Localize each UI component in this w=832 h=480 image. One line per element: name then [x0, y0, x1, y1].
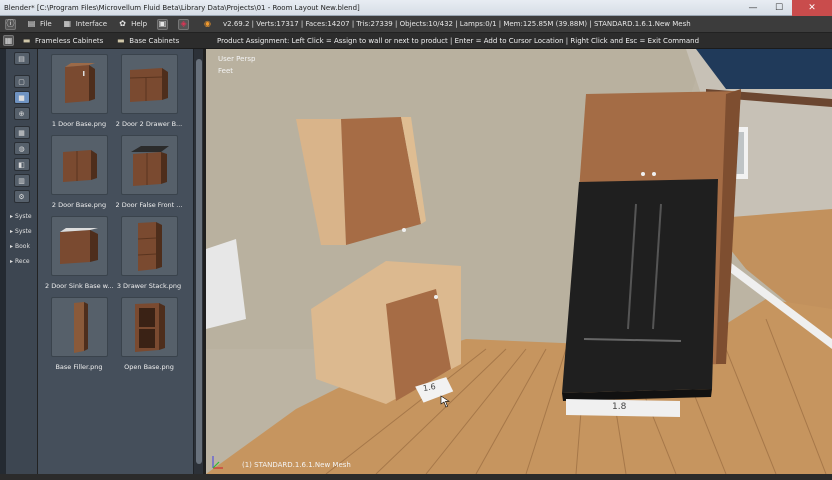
menu-file[interactable]: ▤ File [21, 16, 57, 33]
tool-settings-icon[interactable]: ⚙ [13, 190, 30, 203]
screen-layout-selector[interactable]: ▣ [152, 16, 173, 33]
sidebar-item-system-1[interactable]: ▸ Syste [6, 209, 37, 224]
scene-selector[interactable]: ◈ [173, 16, 194, 33]
sidebar-item-label: Syste [15, 228, 32, 235]
browser-item[interactable]: Open Base.png [114, 297, 184, 372]
info-editor-icon: ⓘ [5, 18, 16, 30]
browser-item-label: 1 Door Base.png [51, 120, 107, 128]
window-title: Blender* [C:\Program Files\Microvellum F… [4, 3, 360, 12]
browser-item-label: 2 Door 2 Drawer B... [115, 120, 183, 128]
tool-object-icon[interactable]: ▢ [13, 75, 30, 88]
product-assignment-message: Product Assignment: Left Click = Assign … [217, 36, 700, 45]
tool-grid-icon[interactable]: ▦ [13, 126, 30, 139]
maximize-button[interactable]: ☐ [766, 0, 792, 16]
folder-icon: ▬ [22, 35, 31, 45]
3d-viewport[interactable]: User Persp Feet 1.6 1.8 (1) STANDARD.1.6… [206, 49, 832, 474]
sidebar-item-label: Rece [15, 258, 30, 265]
tab-base-label: Base Cabinets [129, 36, 180, 45]
sidebar-item-bookmarks[interactable]: ▸ Book [6, 239, 37, 254]
expand-arrow-icon: ▸ [10, 243, 14, 250]
scene-stats: v2.69.2 | Verts:17317 | Faces:14207 | Tr… [223, 20, 691, 28]
browser-item-label: Base Filler.png [55, 363, 103, 371]
bottom-edge [0, 474, 832, 480]
cabinet-browser: 1 Door Base.png 2 Door 2 Drawer B... 2 D… [38, 49, 193, 474]
browser-item-label: 2 Door Sink Base w... [45, 282, 113, 290]
browser-item[interactable]: 2 Door False Front ... [114, 135, 184, 210]
tool-material-icon[interactable]: ◍ [13, 142, 30, 155]
browser-scrollbar[interactable] [193, 49, 203, 474]
window-titlebar: Blender* [C:\Program Files\Microvellum F… [0, 0, 832, 16]
menu-help[interactable]: ✿ Help [112, 16, 152, 33]
layout-icon: ▣ [157, 18, 169, 30]
file-icon: ▤ [27, 19, 36, 28]
library-toggle-icon[interactable]: ▦ [3, 35, 14, 46]
cabinet-thumbnail [50, 216, 108, 276]
info-header: ⓘ ▤ File ▦ Interface ✿ Help ▣ ◈ ◉ v2.69.2 |… [0, 16, 832, 33]
axis-gizmo-icon [212, 456, 223, 469]
browser-item[interactable]: 3 Drawer Stack.png [114, 216, 184, 291]
sidebar-item-recent[interactable]: ▸ Rece [6, 254, 37, 269]
cabinet-thumbnail [50, 54, 108, 114]
close-button[interactable]: ✕ [792, 0, 832, 16]
browser-item[interactable]: 2 Door 2 Drawer B... [114, 54, 184, 129]
menu-interface[interactable]: ▦ Interface [57, 16, 112, 33]
active-object-label: (1) STANDARD.1.6.1.New Mesh [242, 461, 351, 469]
browser-item-label: 2 Door Base.png [51, 201, 107, 209]
scrollbar-thumb[interactable] [196, 59, 202, 464]
browser-item-label: 2 Door False Front ... [115, 201, 183, 209]
blender-logo-icon: ◉ [204, 19, 212, 28]
cabinet-thumbnail [120, 297, 178, 357]
browser-item[interactable]: 2 Door Base.png [44, 135, 114, 210]
tool-stack-icon[interactable]: ▥ [13, 174, 30, 187]
browser-item-label: Open Base.png [124, 363, 174, 371]
browser-item[interactable]: Base Filler.png [44, 297, 114, 372]
tool-sidebar: ▤ ▢ ■ ⊕ ▦ ◍ ◧ ▥ ⚙ ▸ Syste ▸ Syste ▸ Book ▸ R… [6, 49, 38, 474]
tool-wall-icon[interactable]: ◧ [13, 158, 30, 171]
browser-item[interactable]: 1 Door Base.png [44, 54, 114, 129]
tab-frameless-cabinets[interactable]: ▬ Frameless Cabinets [16, 34, 108, 48]
cabinet-thumbnail [120, 216, 178, 276]
library-header: ▦ ▬ Frameless Cabinets ▬ Base Cabinets Pro… [0, 33, 832, 49]
tool-cube-icon[interactable]: ■ [13, 91, 30, 104]
minimize-button[interactable]: — [740, 0, 766, 16]
sidebar-item-label: Book [15, 243, 30, 250]
cabinet-thumbnail [120, 54, 178, 114]
help-icon: ✿ [119, 19, 126, 28]
dimension-label-right: 1.8 [612, 402, 627, 412]
expand-arrow-icon: ▸ [10, 228, 14, 235]
browser-item[interactable]: 2 Door Sink Base w... [44, 216, 114, 291]
cabinet-thumbnail [50, 135, 108, 195]
expand-arrow-icon: ▸ [10, 213, 14, 220]
menu-file-label: File [40, 20, 52, 28]
editor-type-selector[interactable]: ⓘ [0, 16, 21, 33]
view-name: User Persp [218, 55, 256, 63]
interface-icon: ▦ [63, 19, 71, 28]
scene-icon: ◈ [178, 18, 190, 30]
tab-frameless-label: Frameless Cabinets [35, 36, 104, 45]
scene-render [206, 49, 832, 474]
sidebar-item-system-2[interactable]: ▸ Syste [6, 224, 37, 239]
menu-interface-label: Interface [75, 20, 108, 28]
folder-icon: ▬ [117, 35, 125, 45]
tool-link-icon[interactable]: ⊕ [13, 107, 30, 120]
tab-base-cabinets[interactable]: ▬ Base Cabinets [110, 34, 184, 48]
browser-item-label: 3 Drawer Stack.png [116, 282, 182, 290]
cabinet-thumbnail [120, 135, 178, 195]
expand-arrow-icon: ▸ [10, 258, 14, 265]
tool-file-icon[interactable]: ▤ [13, 52, 30, 65]
cabinet-thumbnail [50, 297, 108, 357]
sidebar-item-label: Syste [15, 213, 32, 220]
menu-help-label: Help [131, 20, 148, 28]
view-units: Feet [218, 67, 234, 75]
